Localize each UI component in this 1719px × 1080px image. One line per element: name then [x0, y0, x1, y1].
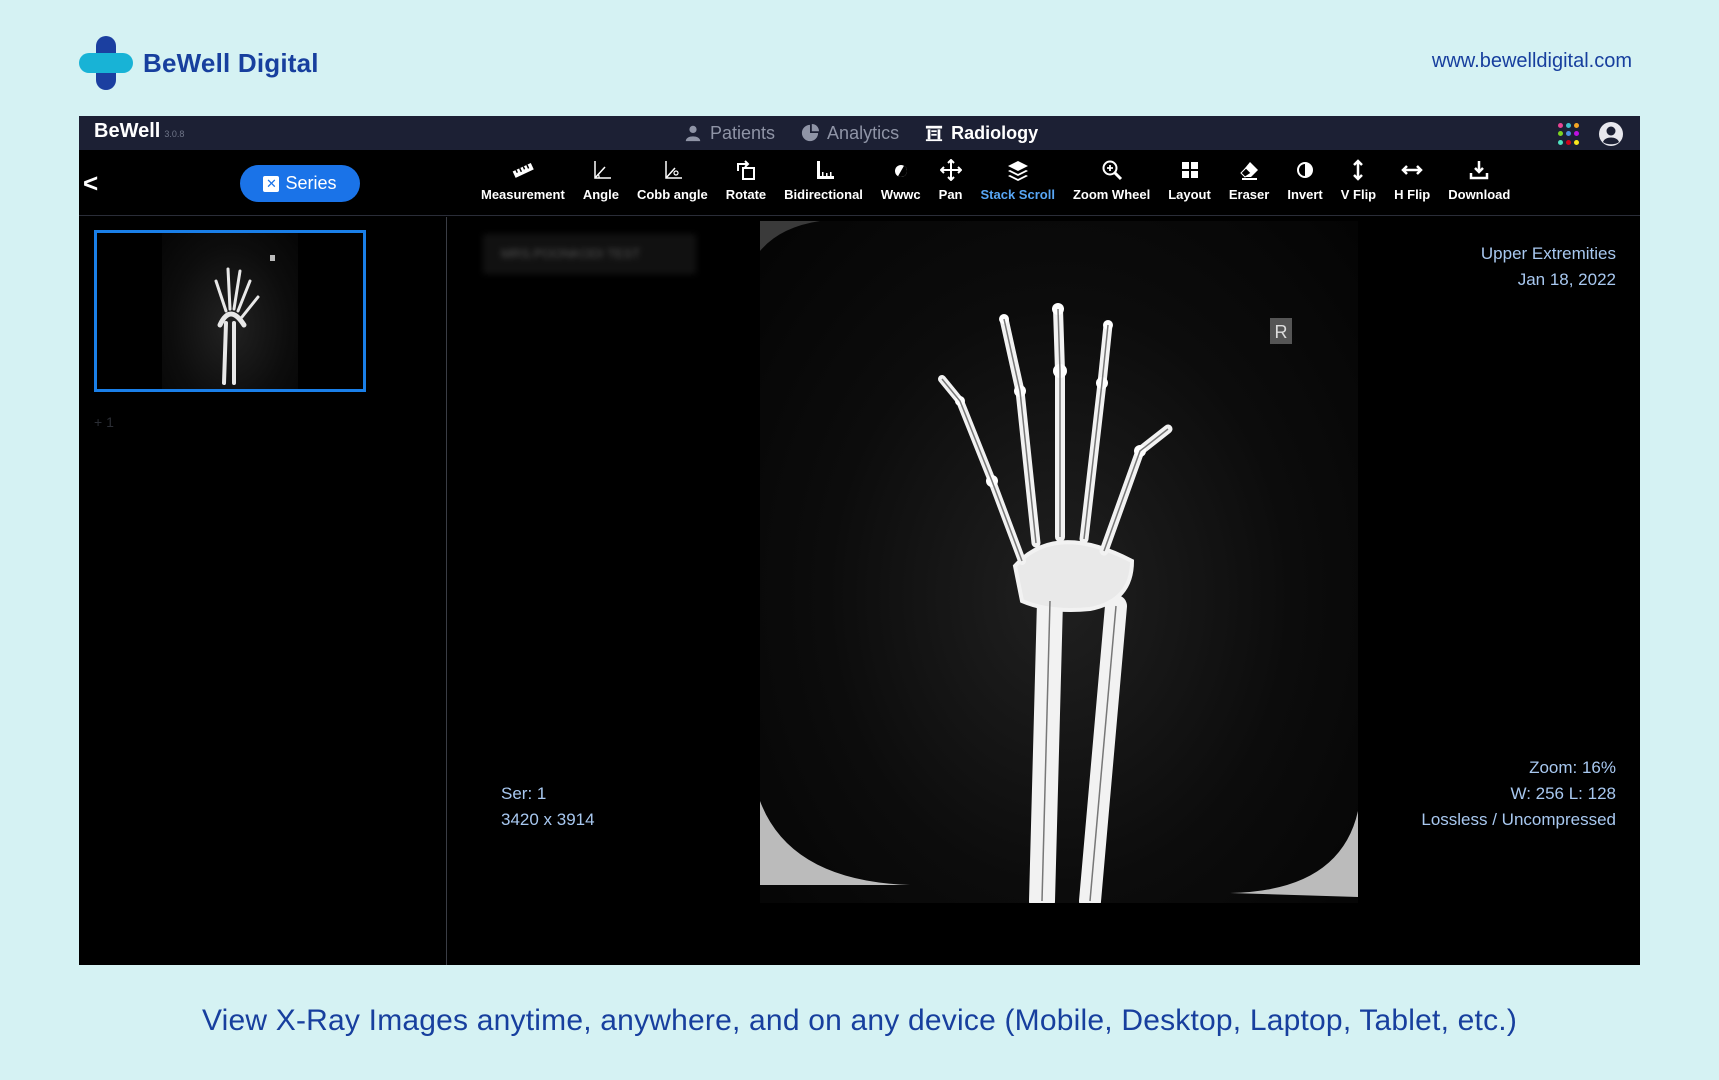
bidirectional-icon — [816, 161, 834, 179]
thumbnail-xray-image — [162, 233, 298, 389]
tool-list: Measurement Angle Cobb angle Rotate Bidi… — [472, 150, 1519, 216]
tool-layout-label: Layout — [1168, 187, 1211, 202]
tool-v-flip-label: V Flip — [1340, 187, 1377, 202]
nav-radiology[interactable]: Radiology — [925, 123, 1038, 144]
brand-cross-logo-icon — [79, 36, 133, 90]
invert-icon — [1297, 162, 1314, 178]
tool-measurement[interactable]: Measurement — [472, 150, 574, 216]
tool-layout[interactable]: Layout — [1159, 150, 1220, 216]
orientation-marker: R — [1275, 322, 1288, 342]
tool-bidirectional[interactable]: Bidirectional — [775, 150, 872, 216]
download-icon — [1470, 161, 1489, 180]
study-description: Upper Extremities — [1480, 244, 1616, 263]
app-logo[interactable]: BeWell 3.0.8 — [94, 120, 184, 143]
tool-measurement-label: Measurement — [481, 187, 565, 202]
tool-cobb-angle-label: Cobb angle — [636, 187, 708, 202]
tool-eraser[interactable]: Eraser — [1220, 150, 1278, 216]
app-title: BeWell — [94, 120, 161, 142]
study-info-overlay: Upper Extremities Jan 18, 2022 — [1481, 241, 1616, 293]
image-viewport[interactable]: MRS.POONKODI TEST R Upper Extremities Ja… — [448, 217, 1640, 965]
horizontal-flip-icon — [1401, 165, 1423, 175]
account-icon[interactable] — [1598, 121, 1624, 147]
tool-h-flip-label: H Flip — [1394, 187, 1431, 202]
top-navigation-bar: BeWell 3.0.8 Patients Analytics Radiology — [79, 116, 1640, 150]
nav-patients-label: Patients — [710, 122, 776, 143]
image-dimensions: 3420 x 3914 — [501, 810, 595, 829]
nav-analytics[interactable]: Analytics — [801, 123, 899, 144]
tool-eraser-label: Eraser — [1228, 187, 1270, 202]
tool-download[interactable]: Download — [1439, 150, 1519, 216]
window-level: W: 256 L: 128 — [1510, 784, 1616, 803]
nav-radiology-label: Radiology — [951, 122, 1039, 143]
series-thumbnail[interactable] — [94, 230, 366, 392]
tool-stack-scroll[interactable]: Stack Scroll — [972, 150, 1064, 216]
tool-rotate-label: Rotate — [725, 187, 767, 202]
nav-patients[interactable]: Patients — [684, 123, 775, 144]
apps-grid-icon[interactable] — [1558, 123, 1580, 145]
study-date: Jan 18, 2022 — [1517, 270, 1616, 289]
tool-stack-scroll-label: Stack Scroll — [980, 187, 1055, 202]
brand-name: BeWell Digital — [143, 47, 319, 78]
series-info-overlay: Ser: 1 3420 x 3914 — [501, 781, 595, 833]
tool-download-label: Download — [1448, 187, 1511, 202]
radiology-icon — [925, 125, 943, 142]
series-button-label: Series — [285, 173, 337, 193]
series-button[interactable]: ✕ Series — [240, 165, 360, 202]
series-number: Ser: 1 — [501, 784, 547, 803]
zoom-level: Zoom: 16% — [1529, 758, 1616, 777]
tool-zoom-wheel[interactable]: Zoom Wheel — [1064, 150, 1159, 216]
viewer-app-window: BeWell 3.0.8 Patients Analytics Radiology… — [79, 116, 1640, 965]
tool-rotate[interactable]: Rotate — [717, 150, 775, 216]
tool-v-flip[interactable]: V Flip — [1332, 150, 1385, 216]
tool-invert-label: Invert — [1287, 187, 1323, 202]
brand-header: BeWell Digital — [79, 36, 319, 90]
ruler-icon — [512, 163, 534, 178]
layout-grid-icon — [1181, 162, 1198, 178]
app-version: 3.0.8 — [164, 129, 185, 139]
tool-wwwc[interactable]: Wwwc — [872, 150, 930, 216]
user-icon — [685, 125, 701, 142]
xray-image[interactable]: R — [760, 221, 1358, 903]
compression-info: Lossless / Uncompressed — [1421, 810, 1616, 829]
tool-zoom-wheel-label: Zoom Wheel — [1072, 187, 1151, 202]
tool-pan-label: Pan — [938, 187, 963, 202]
nav-analytics-label: Analytics — [827, 122, 900, 143]
tool-h-flip[interactable]: H Flip — [1385, 150, 1439, 216]
eraser-icon — [1240, 162, 1259, 180]
cobb-angle-icon — [665, 161, 683, 179]
patient-name-blurred: MRS.POONKODI TEST — [483, 234, 696, 274]
toolbar: < ✕ Series Measurement Angle Cobb angle … — [79, 150, 1640, 216]
series-sidebar: + 1 — [79, 217, 447, 965]
tool-wwwc-label: Wwwc — [880, 187, 921, 202]
angle-icon — [594, 161, 611, 179]
layers-icon — [1007, 161, 1028, 181]
vertical-flip-icon — [1353, 159, 1364, 181]
main-nav: Patients Analytics Radiology — [684, 116, 1038, 150]
close-box-icon: ✕ — [263, 175, 280, 192]
tool-angle-label: Angle — [582, 187, 619, 202]
contrast-drop-icon — [894, 165, 907, 177]
tagline: View X-Ray Images anytime, anywhere, and… — [201, 1004, 1518, 1037]
tool-pan[interactable]: Pan — [930, 150, 972, 216]
display-info-overlay: Zoom: 16% W: 256 L: 128 Lossless / Uncom… — [1421, 755, 1616, 833]
rotate-icon — [736, 160, 755, 180]
pan-icon — [939, 159, 962, 181]
thumbnail-count: + 1 — [94, 414, 114, 430]
tool-bidirectional-label: Bidirectional — [784, 187, 863, 202]
back-button[interactable]: < — [83, 168, 107, 198]
pie-chart-icon — [801, 124, 820, 142]
tool-cobb-angle[interactable]: Cobb angle — [628, 150, 717, 216]
tool-invert[interactable]: Invert — [1278, 150, 1331, 216]
website-link[interactable]: www.bewelldigital.com — [1432, 50, 1632, 73]
zoom-icon — [1102, 160, 1122, 181]
tool-angle[interactable]: Angle — [574, 150, 628, 216]
